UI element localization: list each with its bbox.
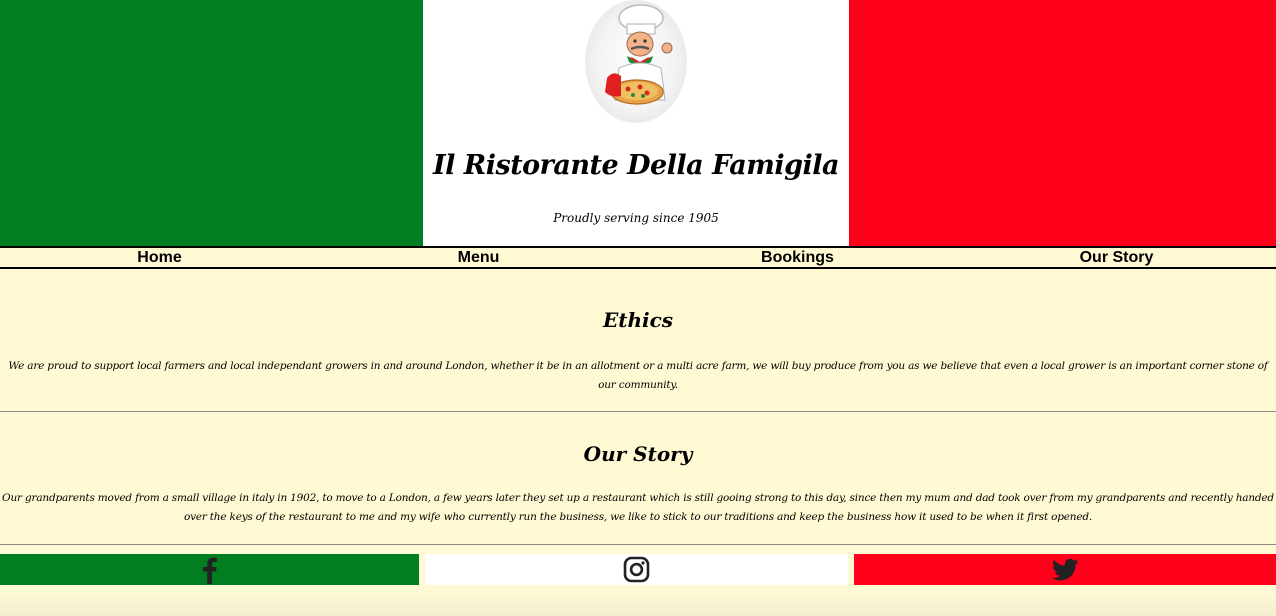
section-divider xyxy=(0,411,1276,412)
site-title: Il Ristorante Della Famigila xyxy=(433,150,839,181)
nav-item-bookings[interactable]: Bookings xyxy=(638,248,957,267)
nav-item-home[interactable]: Home xyxy=(0,248,319,267)
story-text: Our grandparents moved from a small vill… xyxy=(2,492,1274,523)
story-title: Our Story xyxy=(583,442,693,466)
facebook-icon xyxy=(202,557,217,584)
footer-divider xyxy=(0,544,1276,545)
page-bottom xyxy=(0,590,1276,616)
twitter-icon xyxy=(1051,558,1079,580)
header: Il Ristorante Della Famigila Proudly ser… xyxy=(0,0,1276,247)
flag-band-red xyxy=(849,0,1276,247)
nav-item-menu[interactable]: Menu xyxy=(319,248,638,267)
ethics-title: Ethics xyxy=(602,308,674,332)
twitter-link[interactable] xyxy=(854,554,1276,585)
main-nav: Home Menu Bookings Our Story xyxy=(0,246,1276,269)
facebook-link[interactable] xyxy=(0,554,419,585)
tagline: Proudly serving since 1905 xyxy=(553,211,719,225)
instagram-icon xyxy=(623,556,650,583)
instagram-link[interactable] xyxy=(425,554,848,585)
nav-item-our-story[interactable]: Our Story xyxy=(957,248,1276,267)
flag-band-green xyxy=(0,0,423,247)
chef-pizza-logo xyxy=(585,0,687,123)
ethics-text: We are proud to support local farmers an… xyxy=(8,360,1268,391)
